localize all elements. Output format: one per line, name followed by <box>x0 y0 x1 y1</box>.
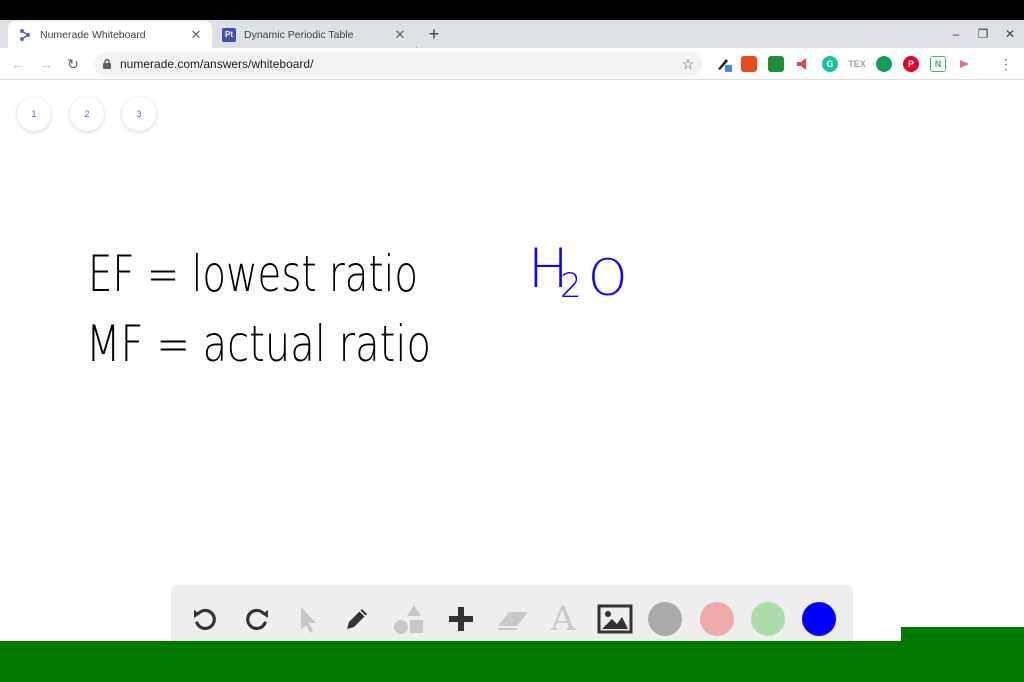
tab-numerade-whiteboard[interactable]: Numerade Whiteboard ✕ <box>8 21 212 48</box>
image-icon[interactable] <box>597 601 633 637</box>
pointer-icon[interactable] <box>289 601 325 637</box>
undo-icon[interactable] <box>187 601 223 637</box>
speaker-extension-icon[interactable] <box>795 56 811 72</box>
pt-logo-icon: Pt <box>222 27 236 42</box>
pt-logo-text: Pt <box>225 30 233 39</box>
lock-icon <box>94 58 120 70</box>
handwriting-formula-subscript: 2 <box>560 266 582 306</box>
color-pink-swatch[interactable] <box>700 602 734 636</box>
hangouts-extension-icon[interactable] <box>876 56 892 72</box>
tab-close-icon[interactable]: ✕ <box>188 27 204 43</box>
text-icon[interactable]: A <box>545 599 581 639</box>
browser-menu-icon[interactable]: ⋮ <box>998 56 1014 72</box>
url-text: numerade.com/answers/whiteboard/ <box>120 57 314 71</box>
back-button[interactable]: ← <box>7 54 29 74</box>
office-extension-icon[interactable] <box>741 56 757 72</box>
arrow-extension-icon[interactable] <box>957 56 973 72</box>
handwriting-line-ef: EF = lowest ratio <box>88 245 418 303</box>
tab-strip: Numerade Whiteboard ✕ Pt Dynamic Periodi… <box>0 20 1024 61</box>
minimize-button[interactable]: – <box>944 24 968 44</box>
redo-icon[interactable] <box>239 601 275 637</box>
tab-dynamic-periodic-table[interactable]: Pt Dynamic Periodic Table ✕ <box>212 21 416 48</box>
forward-button[interactable]: → <box>35 54 57 74</box>
tex-extension-icon[interactable]: TEX <box>848 56 866 72</box>
color-green-swatch[interactable] <box>751 602 785 636</box>
screen-top-bar <box>0 0 1024 20</box>
restore-button[interactable]: ❐ <box>971 24 995 44</box>
notes-extension-icon[interactable]: N <box>930 56 946 72</box>
color-blue-swatch[interactable] <box>802 602 836 636</box>
close-window-button[interactable]: ✕ <box>998 24 1022 44</box>
pinterest-extension-icon[interactable]: P <box>903 56 919 72</box>
bottom-banner-step <box>901 627 1024 641</box>
classroom-extension-icon[interactable] <box>768 56 784 72</box>
tab-title: Numerade Whiteboard <box>40 28 146 41</box>
handwriting-layer: EF = lowest ratio MF = actual ratio H 2 … <box>86 237 627 373</box>
color-gray-swatch[interactable] <box>648 602 682 636</box>
tab-title: Dynamic Periodic Table <box>244 28 354 41</box>
browser-toolbar: ← → ↻ numerade.com/answers/whiteboard/ ☆… <box>0 48 1024 80</box>
pen-extension-icon[interactable] <box>716 56 732 72</box>
reload-button[interactable]: ↻ <box>62 54 84 74</box>
grammarly-extension-icon[interactable]: G <box>822 56 838 72</box>
new-tab-button[interactable]: + <box>424 24 444 44</box>
address-bar[interactable]: numerade.com/answers/whiteboard/ ☆ <box>94 52 702 76</box>
handwriting-line-mf: MF = actual ratio <box>86 315 431 373</box>
tab-close-icon[interactable]: ✕ <box>392 27 408 43</box>
bottom-banner <box>0 641 1024 682</box>
handwriting-formula-o: O <box>588 249 627 307</box>
bookmark-star-icon[interactable]: ☆ <box>674 56 702 73</box>
numerade-logo-icon <box>18 28 32 42</box>
whiteboard-canvas[interactable]: 1 2 3 EF = lowest ratio MF = actual rati… <box>0 81 1024 641</box>
add-icon[interactable] <box>443 601 479 637</box>
shapes-icon[interactable] <box>391 601 427 637</box>
eraser-icon[interactable] <box>495 601 531 637</box>
pen-icon[interactable] <box>339 601 375 637</box>
